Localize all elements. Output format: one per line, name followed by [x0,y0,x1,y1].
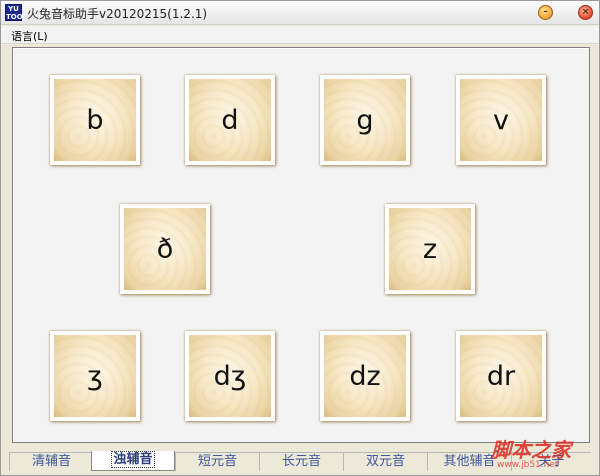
tab-about[interactable]: 关于 [511,452,591,471]
tab-label: 清辅音 [31,454,71,469]
phonetic-symbol: d [221,104,239,136]
tab-long-vowels[interactable]: 长元音 [259,452,343,471]
tab-voiceless-consonants[interactable]: 清辅音 [9,452,93,471]
phonetic-symbol: b [86,104,104,136]
tab-diphthongs[interactable]: 双元音 [343,452,427,471]
phonetic-symbol: ʒ [87,360,103,392]
phonetic-card-dr[interactable]: dr [456,331,546,421]
phonetic-card-eth[interactable]: ð [120,204,210,294]
menu-language[interactable]: 语言(L) [11,28,48,44]
tab-label: 其他辅音 [443,454,496,469]
tab-short-vowels[interactable]: 短元音 [175,452,259,471]
phonetic-card-d[interactable]: d [185,75,275,165]
tab-voiced-consonants[interactable]: 浊辅音 [91,451,175,471]
menu-bar: 语言(L) [1,26,599,44]
phonetic-card-ezh[interactable]: ʒ [50,331,140,421]
phonetic-panel: b d g v ð z ʒ dʒ dz dr [12,47,590,443]
phonetic-symbol: z [422,233,438,265]
tab-label: 长元音 [281,454,321,469]
app-window: YU TOOL 火兔音标助手v20120215(1.2.1) – × 语言(L)… [0,0,600,476]
phonetic-card-b[interactable]: b [50,75,140,165]
title-bar[interactable]: YU TOOL 火兔音标助手v20120215(1.2.1) – × [1,1,599,25]
minimize-icon: – [543,7,548,17]
phonetic-card-dezh[interactable]: dʒ [185,331,275,421]
window-title: 火兔音标助手v20120215(1.2.1) [27,7,208,21]
phonetic-card-z[interactable]: z [385,204,475,294]
phonetic-card-v[interactable]: v [456,75,546,165]
tab-label: 浊辅音 [111,451,155,468]
tab-label: 短元音 [197,454,237,469]
phonetic-symbol: g [356,104,374,136]
close-button[interactable]: × [578,5,593,20]
tab-label: 双元音 [365,454,405,469]
phonetic-symbol: v [493,104,509,136]
close-icon: × [581,7,590,17]
app-logo-icon: YU TOOL [5,4,28,21]
phonetic-symbol: dr [486,360,516,392]
phonetic-symbol: dz [349,360,381,392]
tab-label: 关于 [538,454,565,469]
phonetic-symbol: ð [156,233,174,265]
phonetic-card-dz[interactable]: dz [320,331,410,421]
app-logo-text-top: YU [8,5,19,13]
app-logo-text-bottom: TOOL [6,13,28,21]
tab-other-consonants[interactable]: 其他辅音 [427,452,511,471]
minimize-button[interactable]: – [538,5,553,20]
phonetic-symbol: dʒ [213,360,247,392]
phonetic-card-g[interactable]: g [320,75,410,165]
category-tabs: 清辅音 浊辅音 短元音 长元音 双元音 其他辅音 关于 [9,451,599,471]
